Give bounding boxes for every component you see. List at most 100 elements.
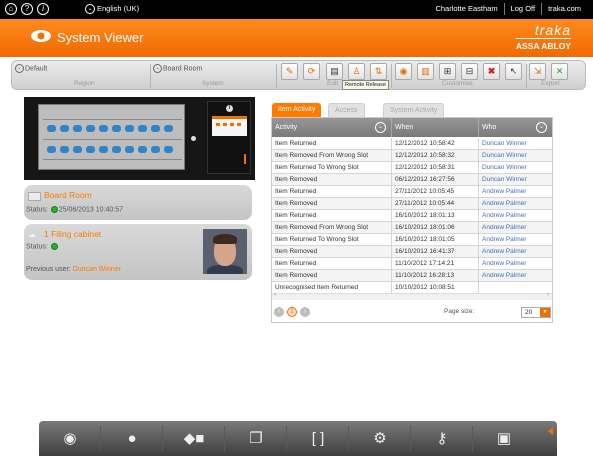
eye-icon[interactable]: ◉ [39,421,101,456]
chevron-down-icon[interactable]: ⌄ [536,122,547,133]
column-header-who[interactable]: Who ⌄ [479,118,552,137]
remote-release-icon[interactable]: ♙ [348,63,365,80]
key-icon[interactable]: ⚷ [411,421,473,456]
slot-strip [43,159,182,160]
cell-activity: Item Returned [272,138,392,150]
cell-who[interactable]: Andrew Palmer [479,186,552,198]
tab-system-activity[interactable]: System Activity [383,103,445,117]
previous-user-link[interactable]: Duncan Winner [73,266,121,273]
cell-when: 11/10/2012 17:14:21 [392,258,479,270]
tab-access[interactable]: Access [328,103,365,117]
slot-strip [43,119,182,120]
table-row[interactable]: Item Returned To Wrong Slot 12/12/2012 10… [272,162,552,174]
delete-icon[interactable]: ✖ [483,63,500,80]
location-card[interactable]: Board Room Status: 25/06/2013 10:40:57 [24,185,252,220]
remove-column-icon[interactable]: ⊟ [461,63,478,80]
table-row[interactable]: Item Returned 27/11/2012 10:05:45 Andrew P… [272,186,552,198]
cell-activity: Item Removed [272,270,392,282]
logoff-link[interactable]: Log Off [503,3,541,15]
cell-activity: Item Returned To Wrong Slot [272,234,392,246]
cabinet-knob [191,136,196,141]
language-selector[interactable]: ⌄ English (UK) [85,3,139,15]
export-pdf-icon[interactable]: ⇲ [529,63,546,80]
tab-item-activity[interactable]: Item Activity [272,103,322,117]
page-size-select[interactable]: 20 ▼ [521,307,551,318]
location-name[interactable]: Board Room [44,190,92,200]
item-card[interactable]: 1 Filing cabinet ☁ Status: Previous user… [24,224,252,280]
help-icon[interactable]: ? [21,3,33,15]
cell-who[interactable]: Duncan Winner [479,162,552,174]
cell-who[interactable]: Andrew Palmer [479,270,552,282]
home-icon[interactable]: ⌂ [5,3,17,15]
table-row[interactable]: Item Removed 27/11/2012 10:05:44 Andrew Pa… [272,198,552,210]
previous-page-icon[interactable]: ‹ [274,307,284,317]
table-row[interactable]: Item Removed 11/10/2012 16:28:13 Andrew Pa… [272,270,552,282]
info-icon[interactable]: i [37,3,49,15]
cell-who[interactable]: Andrew Palmer [479,234,552,246]
user-name[interactable]: Charlotte Eastham [429,3,503,15]
cell-activity: Item Removed [272,246,392,258]
current-page[interactable]: 1 [287,307,297,317]
cabinet-terminal: i [207,101,251,174]
status-ok-icon [50,243,58,250]
settings-icon[interactable]: ⚙ [349,421,411,456]
swap-icon[interactable]: ⇅ [370,63,387,80]
region-select[interactable]: ⌄ Default [15,64,47,73]
cell-who[interactable]: Andrew Palmer [479,258,552,270]
table-row[interactable]: Item Returned 11/10/2012 17:14:21 Andrew P… [272,258,552,270]
user-photo [203,229,247,274]
terminal-handle [244,154,246,164]
horizontal-scrollbar[interactable]: ‹ › [272,292,552,300]
page-size-label: Page size: [444,308,475,315]
cabinet-image[interactable]: i [24,97,255,180]
column-header-when[interactable]: When [392,118,479,137]
documents-icon[interactable]: ❐ [225,421,287,456]
table-row[interactable]: Item Returned 12/12/2012 10:58:42 Duncan W… [272,138,552,150]
item-title[interactable]: 1 Filing cabinet [44,229,101,239]
chevron-down-icon[interactable]: ⌄ [375,122,386,133]
brackets-icon[interactable]: [ ] [287,421,349,456]
bottom-dock: ◉ ● ◆■ ❐ [ ] ⚙ ⚷ ▣ [39,421,557,456]
status-ok-icon [50,206,58,213]
display-icon[interactable]: ▣ [473,421,535,456]
collapse-arrow-icon[interactable] [548,427,553,435]
system-select[interactable]: ⌄ Board Room [153,64,202,73]
cell-who[interactable]: Duncan Winner [479,150,552,162]
table-row[interactable]: Item Returned To Wrong Slot 16/10/2012 18… [272,234,552,246]
print-icon[interactable]: ▤ [326,63,343,80]
divider [526,64,527,88]
cell-who[interactable]: Andrew Palmer [479,198,552,210]
cell-who[interactable]: Duncan Winner [479,174,552,186]
slot-strip [43,139,182,140]
edit-icon[interactable]: ✎ [281,63,298,80]
top-bar: ⌂ ? i ⌄ English (UK) Charlotte Eastham Lo… [0,0,593,19]
cell-who[interactable]: Andrew Palmer [479,246,552,258]
cell-when: 12/12/2012 10:58:31 [392,162,479,174]
table-row[interactable]: Item Removed 16/10/2012 16:41:37 Andrew Pa… [272,246,552,258]
columns-icon[interactable]: ▥ [417,63,434,80]
table-row[interactable]: Item Removed 06/12/2012 16:27:56 Duncan Wi… [272,174,552,186]
cell-who[interactable]: Andrew Palmer [479,210,552,222]
cell-who[interactable]: Andrew Palmer [479,222,552,234]
toolbar: ⌄ Default Region ⌄ Board Room System ✎ ⟳ ▤… [11,60,586,90]
user-icon[interactable]: ● [101,421,163,456]
table-row[interactable]: Item Returned 16/10/2012 18:01:13 Andrew P… [272,210,552,222]
site-link[interactable]: traka.com [541,3,587,15]
info-icon[interactable]: i [226,105,233,112]
items-icon[interactable]: ◆■ [163,421,225,456]
table-row[interactable]: Item Removed From Wrong Slot 16/10/2012 1… [272,222,552,234]
next-page-icon[interactable]: › [300,307,310,317]
scroll-left-icon[interactable]: ‹ [274,292,276,298]
cell-when: 16/10/2012 18:01:13 [392,210,479,222]
cursor-icon[interactable]: ↖ [505,63,522,80]
export-excel-icon[interactable]: ✕ [551,63,568,80]
view-icon[interactable]: ◉ [395,63,412,80]
location-status: Status: 25/06/2013 10:40:57 [26,206,123,214]
chevron-down-icon: ▼ [540,308,550,317]
sync-icon[interactable]: ⟳ [303,63,320,80]
add-column-icon[interactable]: ⊞ [439,63,456,80]
column-header-activity[interactable]: Activity ⌄ [272,118,392,137]
cell-who[interactable]: Duncan Winner [479,138,552,150]
scroll-right-icon[interactable]: › [547,292,549,298]
table-row[interactable]: Item Removed From Wrong Slot 12/12/2012 1… [272,150,552,162]
